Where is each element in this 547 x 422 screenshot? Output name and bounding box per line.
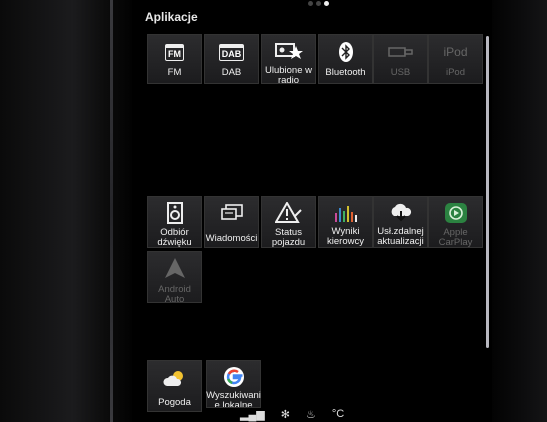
app-tile-label: Apple CarPlay: [438, 227, 473, 248]
app-tile-label: FM: [167, 67, 182, 78]
app-tile-label: DAB: [221, 67, 242, 78]
app-tile-android-auto[interactable]: Android Auto: [147, 251, 202, 305]
signal-icon: ▂▄▆: [240, 409, 265, 421]
app-tile-label: Wyszukiwani e lokalne: [206, 391, 261, 407]
app-tile-label: iPod: [445, 67, 465, 78]
dab-badge: DAB: [218, 43, 245, 61]
temperature-readout: °C: [331, 408, 345, 420]
app-tile-usb[interactable]: USB: [373, 34, 428, 84]
app-tile-dab[interactable]: DAB DAB: [204, 34, 259, 84]
app-tile-label: Ulubione w radio: [265, 65, 312, 86]
app-tile-label: Wiadomości: [205, 233, 258, 244]
page-dot: [308, 1, 313, 6]
app-tile-label: Pogoda: [158, 397, 191, 408]
bluetooth-icon: [338, 40, 354, 64]
app-tile-label: Android Auto: [158, 284, 191, 305]
app-tile-label: Odbiór dźwięku: [157, 227, 192, 248]
app-tile-driver-results[interactable]: Wyniki kierowcy: [318, 196, 373, 248]
scrollbar[interactable]: [486, 36, 489, 348]
ipod-icon: iPod: [443, 40, 467, 64]
app-tile-ipod[interactable]: iPod iPod: [428, 34, 483, 84]
status-bar: ▂▄▆ ✻ ♨ °C: [240, 408, 344, 421]
app-tile-sound[interactable]: Odbiór dźwięku: [147, 196, 202, 248]
radio-star-icon: [274, 40, 304, 62]
app-tile-label: Bluetooth: [325, 67, 366, 78]
section-title: Aplikacje: [145, 10, 198, 24]
android-auto-icon: [164, 257, 186, 279]
app-tile-favorites[interactable]: Ulubione w radio: [261, 34, 316, 86]
page-dot-active: [324, 1, 329, 6]
warning-triangle-icon: [274, 202, 303, 224]
app-tile-local-search[interactable]: Wyszukiwani e lokalne: [206, 360, 261, 408]
app-tile-messages[interactable]: Wiadomości: [204, 196, 259, 248]
cloud-download-icon: [389, 202, 413, 223]
ipod-badge: iPod: [443, 45, 468, 59]
app-tile-carplay[interactable]: Apple CarPlay: [428, 196, 483, 248]
app-tile-vehicle-status[interactable]: Status pojazdu: [261, 196, 316, 248]
app-tile-weather[interactable]: Pogoda: [147, 360, 202, 412]
page-indicator[interactable]: [308, 1, 329, 6]
page-dot: [316, 1, 321, 6]
bezel-right: [492, 0, 547, 422]
radio-fm-icon: FM: [165, 40, 184, 64]
carplay-icon: [444, 202, 468, 224]
seat-icon: ♨: [305, 409, 316, 421]
bar-graph-icon: [333, 202, 359, 223]
app-tile-label: Wyniki kierowcy: [327, 226, 364, 247]
speaker-icon: [166, 202, 183, 224]
app-tile-remote-update[interactable]: Usł.zdalnej aktualizacji: [373, 196, 428, 248]
fan-icon: ✻: [280, 409, 290, 421]
fm-badge: FM: [165, 43, 184, 61]
app-tile-label: Usł.zdalnej aktualizacji: [377, 226, 424, 247]
bezel-edge: [110, 0, 113, 422]
app-tile-label: USB: [390, 67, 411, 78]
app-tile-bluetooth[interactable]: Bluetooth: [318, 34, 373, 84]
weather-icon: [161, 366, 189, 390]
radio-dab-icon: DAB: [218, 40, 245, 64]
google-icon: [223, 366, 245, 388]
app-tile-fm[interactable]: FM FM: [147, 34, 202, 84]
app-tile-label: Status pojazdu: [271, 227, 306, 248]
usb-icon: [387, 40, 414, 64]
message-icon: [220, 202, 243, 226]
bezel-left: [0, 0, 132, 422]
